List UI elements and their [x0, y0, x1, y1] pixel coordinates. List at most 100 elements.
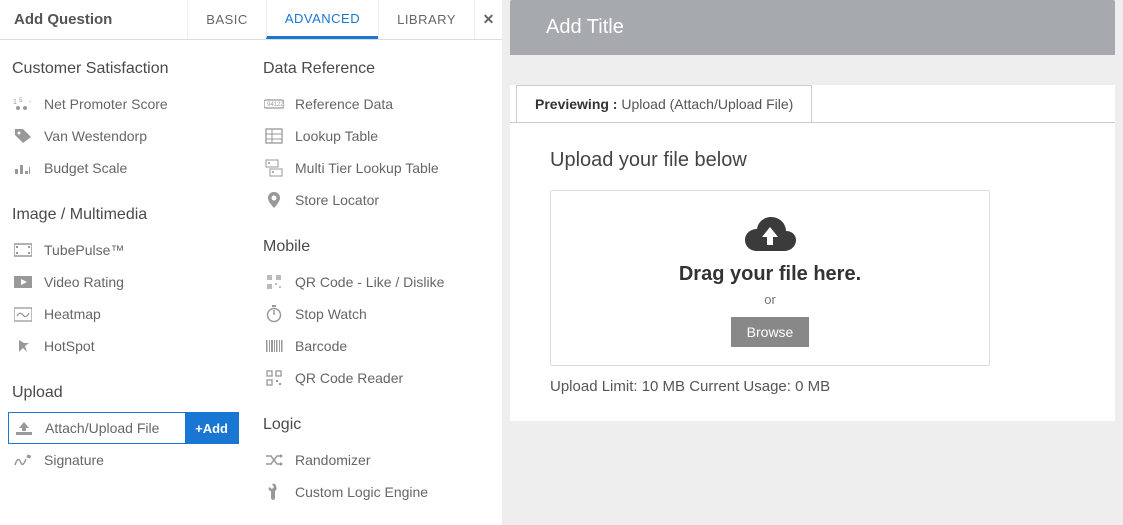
pin-icon [263, 191, 285, 209]
section-heading: Upload [8, 378, 239, 412]
section-heading: Data Reference [259, 54, 490, 88]
svg-text:1: 1 [13, 99, 17, 106]
preview-header-area: Add Title [502, 0, 1123, 55]
section-heading: Customer Satisfaction [8, 54, 239, 88]
drag-text: Drag your file here. [561, 263, 979, 286]
section-customer-satisfaction: Customer Satisfaction 15- Net Promoter S… [4, 40, 251, 186]
item-van-westendorp[interactable]: Van Westendorp [8, 120, 239, 152]
item-budget-scale[interactable]: Budget Scale [8, 152, 239, 184]
item-hotspot[interactable]: HotSpot [8, 330, 239, 362]
upload-heading: Upload your file below [550, 149, 1075, 172]
item-label: QR Code Reader [295, 370, 403, 386]
preview-label: Previewing : [535, 96, 617, 112]
item-label: Randomizer [295, 452, 370, 468]
multitier-icon [263, 159, 285, 177]
section-mobile: Mobile QR Code - Like / Dislike Stop Wat… [255, 218, 502, 396]
item-label: Budget Scale [44, 160, 127, 176]
stopwatch-icon [263, 305, 285, 323]
svg-text:94122: 94122 [267, 102, 284, 108]
preview-body: Upload your file below Drag your file he… [510, 122, 1115, 421]
preview-area: Previewing : Upload (Attach/Upload File)… [510, 85, 1115, 421]
randomizer-icon [263, 451, 285, 469]
item-lookup-table[interactable]: Lookup Table [259, 120, 490, 152]
section-data-reference: Data Reference 94122 Reference Data Look… [255, 40, 502, 218]
item-store-locator[interactable]: Store Locator [259, 184, 490, 216]
upload-icon [13, 419, 35, 437]
section-image-multimedia: Image / Multimedia TubePulse™ Video Rati… [4, 186, 251, 364]
preview-panel: Add Title Previewing : Upload (Attach/Up… [502, 0, 1123, 525]
item-label: Multi Tier Lookup Table [295, 160, 439, 176]
close-icon[interactable]: ✕ [474, 0, 502, 39]
item-randomizer[interactable]: Randomizer [259, 444, 490, 476]
item-heatmap[interactable]: Heatmap [8, 298, 239, 330]
signature-icon [12, 451, 34, 469]
nps-icon: 15- [12, 95, 34, 113]
item-label: Net Promoter Score [44, 96, 168, 112]
item-nps[interactable]: 15- Net Promoter Score [8, 88, 239, 120]
refdata-icon: 94122 [263, 95, 285, 113]
question-type-panel: Add Question BASIC ADVANCED LIBRARY ✕ Cu… [0, 0, 502, 525]
item-label: Heatmap [44, 306, 101, 322]
add-button[interactable]: +Add [185, 413, 238, 443]
item-reference-data[interactable]: 94122 Reference Data [259, 88, 490, 120]
panel-tabs: BASIC ADVANCED LIBRARY [187, 0, 474, 39]
item-qr-reader[interactable]: QR Code Reader [259, 362, 490, 394]
item-label: Barcode [295, 338, 347, 354]
item-barcode[interactable]: Barcode [259, 330, 490, 362]
table-icon [263, 127, 285, 145]
item-video-rating[interactable]: Video Rating [8, 266, 239, 298]
qrreader-icon [263, 369, 285, 387]
item-label: Stop Watch [295, 306, 367, 322]
column-right: Data Reference 94122 Reference Data Look… [251, 40, 502, 510]
or-text: or [561, 292, 979, 307]
column-left: Customer Satisfaction 15- Net Promoter S… [0, 40, 251, 510]
panel-header: Add Question BASIC ADVANCED LIBRARY ✕ [0, 0, 502, 40]
panel-title: Add Question [0, 11, 187, 28]
tab-basic[interactable]: BASIC [187, 0, 266, 39]
preview-tab: Previewing : Upload (Attach/Upload File) [516, 85, 812, 122]
item-label: Signature [44, 452, 104, 468]
tab-advanced[interactable]: ADVANCED [266, 0, 378, 39]
heatmap-icon [12, 305, 34, 323]
item-label: QR Code - Like / Dislike [295, 274, 444, 290]
item-label: HotSpot [44, 338, 95, 354]
svg-text:-: - [29, 99, 32, 106]
item-label: Reference Data [295, 96, 393, 112]
item-custom-logic[interactable]: Custom Logic Engine [259, 476, 490, 508]
section-logic: Logic Randomizer Custom Logic Engine [255, 396, 502, 510]
cloud-upload-icon [561, 213, 979, 253]
item-qr-like-dislike[interactable]: QR Code - Like / Dislike [259, 266, 490, 298]
item-label: Lookup Table [295, 128, 378, 144]
question-title-input[interactable]: Add Title [510, 0, 1115, 55]
item-multi-tier-lookup[interactable]: Multi Tier Lookup Table [259, 152, 490, 184]
section-upload: Upload Attach/Upload File +Add Signature [4, 364, 251, 478]
hotspot-icon [12, 337, 34, 355]
item-label: TubePulse™ [44, 242, 124, 258]
preview-value: Upload (Attach/Upload File) [621, 96, 793, 112]
question-columns: Customer Satisfaction 15- Net Promoter S… [0, 40, 502, 510]
item-label: Video Rating [44, 274, 124, 290]
svg-text:5: 5 [19, 98, 23, 104]
upload-limit-text: Upload Limit: 10 MB Current Usage: 0 MB [550, 378, 1075, 395]
item-label: Attach/Upload File [45, 420, 159, 436]
item-label: Custom Logic Engine [295, 484, 428, 500]
section-heading: Logic [259, 410, 490, 444]
bars-icon [12, 159, 34, 177]
video-icon [12, 273, 34, 291]
section-heading: Mobile [259, 232, 490, 266]
qr-icon [263, 273, 285, 291]
browse-button[interactable]: Browse [731, 317, 810, 347]
item-label: Van Westendorp [44, 128, 147, 144]
item-attach-upload-file[interactable]: Attach/Upload File +Add [8, 412, 239, 444]
item-label: Store Locator [295, 192, 379, 208]
item-stop-watch[interactable]: Stop Watch [259, 298, 490, 330]
wrench-icon [263, 483, 285, 501]
upload-dropzone[interactable]: Drag your file here. or Browse [550, 190, 990, 366]
tag-icon [12, 127, 34, 145]
section-heading: Image / Multimedia [8, 200, 239, 234]
film-icon [12, 241, 34, 259]
item-signature[interactable]: Signature [8, 444, 239, 476]
tab-library[interactable]: LIBRARY [378, 0, 474, 39]
barcode-icon [263, 337, 285, 355]
item-tubepulse[interactable]: TubePulse™ [8, 234, 239, 266]
